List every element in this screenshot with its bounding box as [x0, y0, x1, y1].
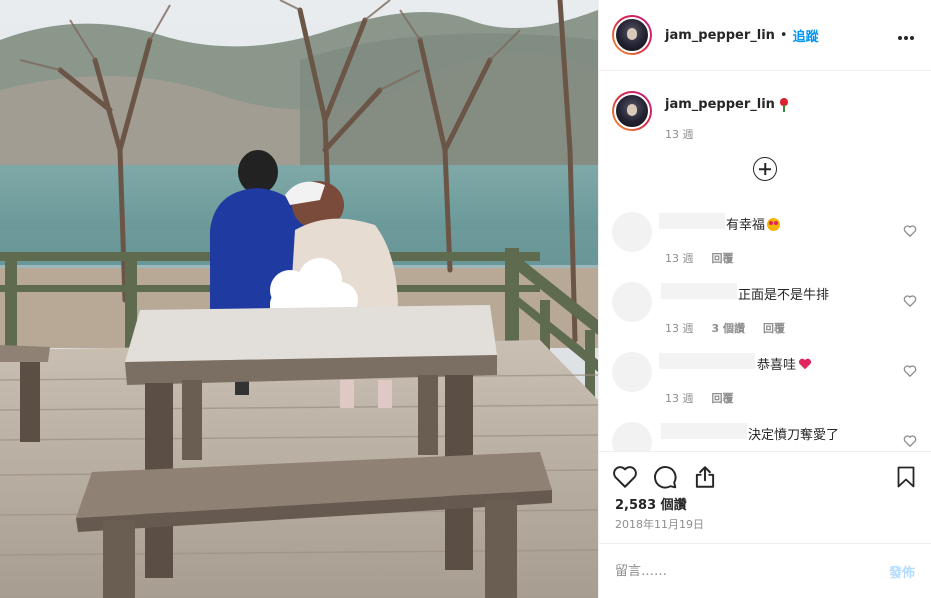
load-more-icon[interactable]	[753, 157, 777, 181]
comment-avatar[interactable]	[612, 212, 652, 252]
comment-avatar[interactable]	[612, 282, 652, 322]
author-avatar[interactable]	[612, 15, 652, 55]
comment-time: 13 週	[665, 252, 694, 265]
comment-item: 正面是不是牛排 13 週 3 個讚 回覆	[612, 282, 917, 342]
comment-like-heart-icon[interactable]	[903, 224, 917, 238]
comment-username-redacted[interactable]	[661, 423, 747, 439]
likes-count[interactable]: 2,583 個讚	[615, 494, 687, 513]
comment-meta: 13 週 回覆	[665, 250, 734, 266]
comment-avatar[interactable]	[612, 352, 652, 392]
comment-icon[interactable]	[652, 464, 678, 490]
more-icon	[898, 35, 914, 40]
instagram-post: jam_pepper_lin • 追蹤 jam_pepper_lin 13 週	[0, 0, 931, 598]
comments-list[interactable]: jam_pepper_lin 13 週 有幸福 13 週 回覆 正面是不是牛排 …	[599, 71, 931, 451]
author-username[interactable]: jam_pepper_lin	[665, 28, 775, 43]
comment-likes-count[interactable]: 3 個讚	[712, 320, 745, 336]
follow-button[interactable]: 追蹤	[793, 26, 819, 45]
comment-text: 有幸福	[726, 214, 781, 233]
heart-eyes-emoji-icon	[767, 218, 781, 231]
comment-text: 決定憤刀奪愛了	[748, 428, 840, 443]
post-header: jam_pepper_lin • 追蹤	[599, 0, 931, 71]
comment-item: 決定憤刀奪愛了	[612, 422, 917, 451]
comment-username-redacted[interactable]	[659, 353, 755, 369]
comment-time: 13 週	[665, 392, 694, 405]
comment-like-heart-icon[interactable]	[903, 294, 917, 308]
comment-time: 13 週	[665, 322, 694, 335]
comment-like-heart-icon[interactable]	[903, 364, 917, 378]
comment-username-redacted[interactable]	[661, 283, 737, 299]
comment-text: 正面是不是牛排	[738, 288, 830, 303]
post-side-panel: jam_pepper_lin • 追蹤 jam_pepper_lin 13 週	[598, 0, 931, 598]
caption: jam_pepper_lin 13 週	[599, 71, 931, 142]
share-icon[interactable]	[692, 464, 718, 490]
post-photo[interactable]	[0, 0, 598, 598]
comment-like-heart-icon[interactable]	[903, 434, 917, 448]
heart-emoji-icon	[798, 358, 812, 370]
reply-button[interactable]: 回覆	[763, 320, 785, 336]
add-comment-bar: 發佈	[599, 543, 931, 598]
comment-item: 有幸福 13 週 回覆	[612, 212, 917, 272]
reply-button[interactable]: 回覆	[712, 390, 734, 406]
comment-item: 恭喜哇 13 週 回覆	[612, 352, 917, 412]
post-comment-button[interactable]: 發佈	[889, 562, 915, 581]
rose-emoji-icon	[779, 97, 789, 112]
comment-text: 恭喜哇	[757, 354, 812, 373]
comment-avatar[interactable]	[612, 422, 652, 451]
more-options-icon[interactable]	[897, 25, 915, 46]
author-avatar-image	[614, 17, 650, 53]
caption-time: 13 週	[665, 128, 694, 141]
post-date[interactable]: 2018年11月19日	[615, 516, 704, 532]
caption-avatar[interactable]	[612, 91, 652, 131]
comment-meta: 13 週 3 個讚 回覆	[665, 320, 785, 336]
load-more	[599, 157, 931, 181]
bookmark-icon[interactable]	[894, 464, 918, 490]
action-icons-row	[612, 464, 918, 492]
heart-icon[interactable]	[612, 464, 638, 490]
reply-button[interactable]: 回覆	[712, 250, 734, 266]
caption-username[interactable]: jam_pepper_lin	[665, 97, 775, 112]
post-actions: 2,583 個讚 2018年11月19日	[599, 451, 931, 543]
caption-body: jam_pepper_lin 13 週	[665, 91, 789, 142]
post-photo-image	[0, 0, 598, 598]
comment-input[interactable]	[615, 563, 889, 579]
caption-avatar-image	[614, 93, 650, 129]
header-separator: •	[779, 27, 788, 43]
comment-username-redacted[interactable]	[659, 213, 725, 229]
comment-meta: 13 週 回覆	[665, 390, 734, 406]
